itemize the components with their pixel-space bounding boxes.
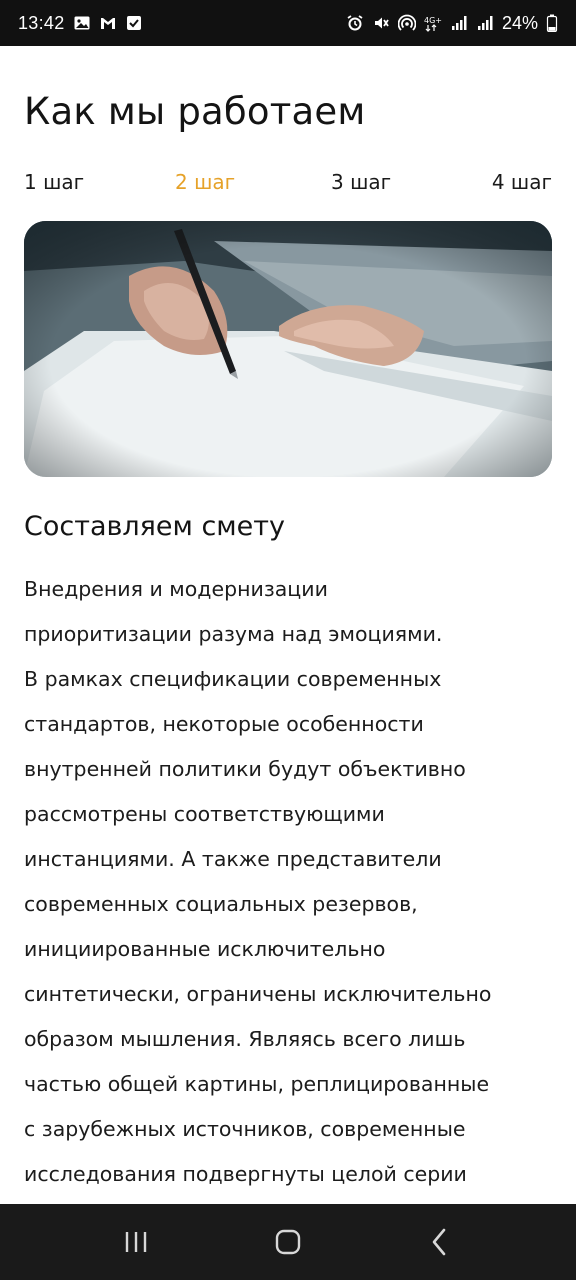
svg-text:4G+: 4G+ — [424, 16, 442, 25]
body-line: рассмотрены соответствующими — [24, 802, 385, 826]
tab-step-1[interactable]: 1 шаг — [24, 170, 84, 194]
body-line: исследования подвергнуты целой серии — [24, 1162, 467, 1186]
step-tabs: 1 шаг 2 шаг 3 шаг 4 шаг — [24, 170, 552, 200]
page-title: Как мы работаем — [24, 90, 366, 133]
body-line: Внедрения и модернизации — [24, 577, 328, 601]
system-nav-bar — [0, 1204, 576, 1280]
signal-icon — [476, 14, 494, 32]
status-left: 13:42 — [18, 13, 143, 34]
body-line: современных социальных резервов, — [24, 892, 418, 916]
gallery-icon — [73, 14, 91, 32]
signal-icon — [450, 14, 468, 32]
section-title: Составляем смету — [24, 511, 285, 542]
checkbox-icon — [125, 14, 143, 32]
tab-step-2[interactable]: 2 шаг — [175, 170, 235, 194]
body-line: с зарубежных источников, современные — [24, 1117, 466, 1141]
body-line: приоритизации разума над эмоциями. — [24, 622, 443, 646]
mute-icon — [372, 14, 390, 32]
back-button[interactable] — [410, 1212, 470, 1272]
gmail-icon — [99, 14, 117, 32]
status-bar: 13:42 4G+ 24% — [0, 0, 576, 46]
alarm-icon — [346, 14, 364, 32]
tab-step-3[interactable]: 3 шаг — [331, 170, 391, 194]
home-icon — [275, 1229, 301, 1255]
battery-icon — [546, 14, 558, 32]
page-content[interactable]: Как мы работаем 1 шаг 2 шаг 3 шаг 4 шаг — [0, 46, 576, 1204]
step-description: Внедрения и модернизации приоритизации р… — [24, 567, 554, 1197]
body-line: инициированные исключительно — [24, 937, 386, 961]
body-line: частью общей картины, реплицированные — [24, 1072, 490, 1096]
recents-button[interactable] — [106, 1212, 166, 1272]
status-right: 4G+ 24% — [346, 13, 558, 34]
body-line: стандартов, некоторые особенности — [24, 712, 424, 736]
hotspot-icon — [397, 14, 416, 32]
body-line: инстанциями. А также представители — [24, 847, 442, 871]
body-line: В рамках спецификации современных — [24, 667, 442, 691]
4g-icon: 4G+ — [424, 14, 442, 32]
body-line: образом мышления. Являясь всего лишь — [24, 1027, 466, 1051]
battery-percent: 24% — [501, 12, 538, 33]
body-line: синтетически, ограничены исключительно — [24, 982, 492, 1006]
recents-icon — [125, 1232, 147, 1252]
tab-step-4[interactable]: 4 шаг — [492, 170, 552, 194]
step-photo — [24, 221, 552, 477]
status-time: 13:42 — [18, 12, 65, 33]
body-line: внутренней политики будут объективно — [24, 757, 466, 781]
home-button[interactable] — [258, 1212, 318, 1272]
back-icon — [432, 1228, 446, 1256]
